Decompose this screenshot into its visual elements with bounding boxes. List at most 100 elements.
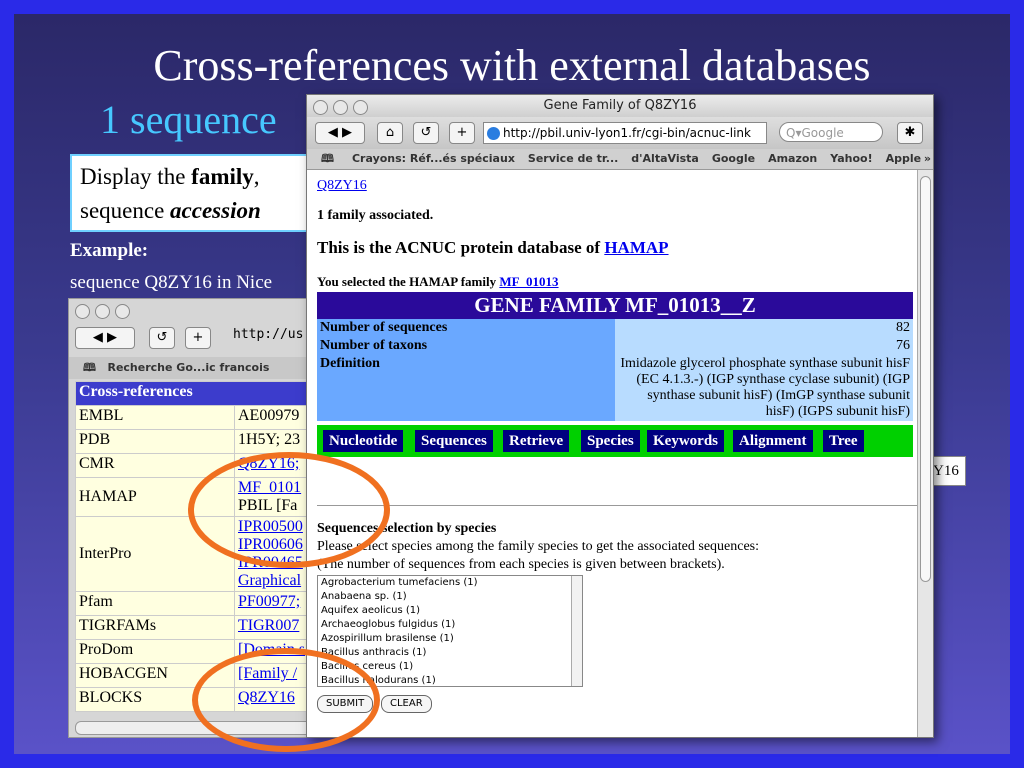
list-item[interactable]: Aquifex aeolicus (1) bbox=[321, 604, 582, 618]
row-value: 76 bbox=[615, 337, 913, 355]
list-item[interactable]: Bacillus anthracis (1) bbox=[321, 646, 582, 660]
add-bookmark-icon[interactable]: + bbox=[185, 327, 211, 349]
nav-alignment-button[interactable]: Alignment bbox=[733, 430, 813, 452]
fg-bookmarks-bar: 🕮 Crayons: Réf...és spéciaux Service de tr… bbox=[307, 149, 933, 170]
foreground-browser-window: Gene Family of Q8ZY16 ◀ ▶ ⌂ ↺ + http://p… bbox=[306, 94, 934, 738]
selected-text: You selected the HAMAP family bbox=[317, 274, 500, 289]
reload-icon[interactable]: ↺ bbox=[413, 122, 439, 144]
bookmark-item[interactable]: Amazon bbox=[768, 152, 817, 165]
row-link[interactable]: TIGR007 bbox=[238, 617, 299, 634]
close-icon[interactable] bbox=[313, 100, 328, 115]
row-value: Imidazole glycerol phosphate synthase su… bbox=[615, 355, 913, 421]
nav-tree-button[interactable]: Tree bbox=[823, 430, 864, 452]
table-header: Cross-references bbox=[75, 381, 319, 406]
fg-toolbar: ◀ ▶ ⌂ ↺ + http://pbil.univ-lyon1.fr/cgi-… bbox=[307, 117, 933, 149]
family-title: GENE FAMILY MF_01013__Z bbox=[317, 292, 913, 319]
listbox-scrollbar[interactable] bbox=[571, 576, 582, 686]
partial-text-box: Y16 bbox=[932, 456, 966, 486]
fg-vertical-scrollbar[interactable] bbox=[917, 170, 933, 737]
selection-line-2: (The number of sequences from each speci… bbox=[317, 557, 725, 572]
example-label: Example: bbox=[70, 240, 149, 261]
nav-retrieve-button[interactable]: Retrieve bbox=[503, 430, 570, 452]
row-key: Number of sequences bbox=[317, 319, 615, 337]
row-key: Number of taxons bbox=[317, 337, 615, 355]
nav-nucleotide-button[interactable]: Nucleotide bbox=[323, 430, 404, 452]
row-link[interactable]: PF00977; bbox=[238, 593, 300, 610]
table-row: Definition Imidazole glycerol phosphate s… bbox=[317, 355, 913, 421]
reload-icon[interactable]: ↺ bbox=[149, 327, 175, 349]
box-text-1: Display the bbox=[80, 164, 192, 189]
row-value: 82 bbox=[615, 319, 913, 337]
table-row: Number of sequences 82 bbox=[317, 319, 913, 337]
book-icon: 🕮 bbox=[321, 152, 334, 165]
description-box: Display the family, sequence accession bbox=[70, 154, 320, 232]
gene-family-table: GENE FAMILY MF_01013__Z Number of sequen… bbox=[317, 292, 913, 421]
book-icon: 🕮 bbox=[83, 361, 96, 374]
back-forward-icon[interactable]: ◀ ▶ bbox=[75, 327, 135, 349]
bookmark-item[interactable]: Google bbox=[712, 152, 755, 165]
box-text-3: sequence bbox=[80, 198, 171, 223]
row-key: TIGRFAMs bbox=[75, 615, 235, 640]
list-item[interactable]: Azospirillum brasilense (1) bbox=[321, 632, 582, 646]
minimize-icon[interactable] bbox=[333, 100, 348, 115]
back-forward-icon[interactable]: ◀ ▶ bbox=[315, 122, 365, 144]
row-link[interactable]: Graphical bbox=[238, 572, 301, 589]
nav-bar: Nucleotide Sequences Retrieve Species Ke… bbox=[317, 425, 913, 457]
search-input[interactable]: Q▾Google bbox=[779, 122, 883, 142]
clear-button[interactable]: CLEAR bbox=[381, 695, 432, 713]
nav-sequences-button[interactable]: Sequences bbox=[415, 430, 493, 452]
row-key: Pfam bbox=[75, 591, 235, 616]
bookmark-item[interactable]: d'AltaVista bbox=[631, 152, 699, 165]
hamap-link[interactable]: HAMAP bbox=[604, 238, 668, 257]
selected-family: You selected the HAMAP family MF_01013 bbox=[317, 274, 907, 290]
bg-bookmarks-bar: 🕮 Recherche Go...ic francois bbox=[69, 357, 319, 379]
table-row: PDB 1H5Y; 23 bbox=[75, 429, 319, 454]
table-row: Pfam PF00977; bbox=[75, 591, 319, 616]
table-row: Number of taxons 76 bbox=[317, 337, 913, 355]
bg-url-field[interactable]: http://us bbox=[233, 327, 303, 342]
bookmark-item[interactable]: Crayons: Réf...és spéciaux bbox=[352, 152, 515, 165]
bookmark-item[interactable]: Yahoo! bbox=[830, 152, 872, 165]
bg-titlebar bbox=[69, 299, 319, 323]
mf01013-link[interactable]: MF_01013 bbox=[499, 274, 558, 289]
bg-bookmark-item[interactable]: Recherche Go...ic francois bbox=[107, 361, 269, 374]
window-title: Gene Family of Q8ZY16 bbox=[543, 98, 697, 113]
selection-line-1: Please select species among the family s… bbox=[317, 539, 760, 554]
close-icon[interactable] bbox=[75, 304, 90, 319]
fg-url-field[interactable]: http://pbil.univ-lyon1.fr/cgi-bin/acnuc-… bbox=[483, 122, 767, 144]
example-text: sequence Q8ZY16 in Nice bbox=[70, 272, 273, 293]
slide-title: Cross-references with external databases bbox=[153, 41, 871, 90]
fg-url-text: http://pbil.univ-lyon1.fr/cgi-bin/acnuc-… bbox=[503, 126, 751, 140]
zoom-icon[interactable] bbox=[115, 304, 130, 319]
q8zy16-link[interactable]: Q8ZY16 bbox=[317, 178, 367, 193]
highlight-oval-hobacgen bbox=[192, 648, 380, 752]
box-bold-family: family bbox=[191, 164, 254, 189]
box-bold-accession: accession bbox=[170, 198, 261, 223]
bookmark-item[interactable]: Service de tr... bbox=[528, 152, 618, 165]
list-item[interactable]: Anabaena sp. (1) bbox=[321, 590, 582, 604]
scroll-thumb[interactable] bbox=[920, 176, 931, 582]
box-text-2: , bbox=[253, 164, 260, 189]
more-bookmarks-icon[interactable]: » bbox=[924, 149, 931, 169]
db-heading: This is the ACNUC protein database of HA… bbox=[317, 238, 907, 258]
nav-species-button[interactable]: Species bbox=[581, 430, 640, 452]
divider bbox=[317, 505, 923, 506]
list-item[interactable]: Agrobacterium tumefaciens (1) bbox=[321, 576, 582, 590]
family-count: 1 family associated. bbox=[317, 208, 434, 223]
bug-icon[interactable]: ✱ bbox=[897, 122, 923, 144]
zoom-icon[interactable] bbox=[353, 100, 368, 115]
bg-toolbar: ◀ ▶ ↺ + bbox=[75, 327, 211, 349]
row-key: ProDom bbox=[75, 639, 235, 664]
highlight-oval-hamap bbox=[188, 452, 390, 568]
add-bookmark-icon[interactable]: + bbox=[449, 122, 475, 144]
list-item[interactable]: Archaeoglobus fulgidus (1) bbox=[321, 618, 582, 632]
minimize-icon[interactable] bbox=[95, 304, 110, 319]
home-icon[interactable]: ⌂ bbox=[377, 122, 403, 144]
row-key: PDB bbox=[75, 429, 235, 454]
nav-keywords-button[interactable]: Keywords bbox=[647, 430, 724, 452]
row-key: Definition bbox=[317, 355, 615, 421]
fg-titlebar: Gene Family of Q8ZY16 bbox=[307, 95, 933, 117]
table-row: EMBL AE00979 bbox=[75, 405, 319, 430]
row-key: EMBL bbox=[75, 405, 235, 430]
bookmark-item[interactable]: Apple bbox=[886, 152, 922, 165]
